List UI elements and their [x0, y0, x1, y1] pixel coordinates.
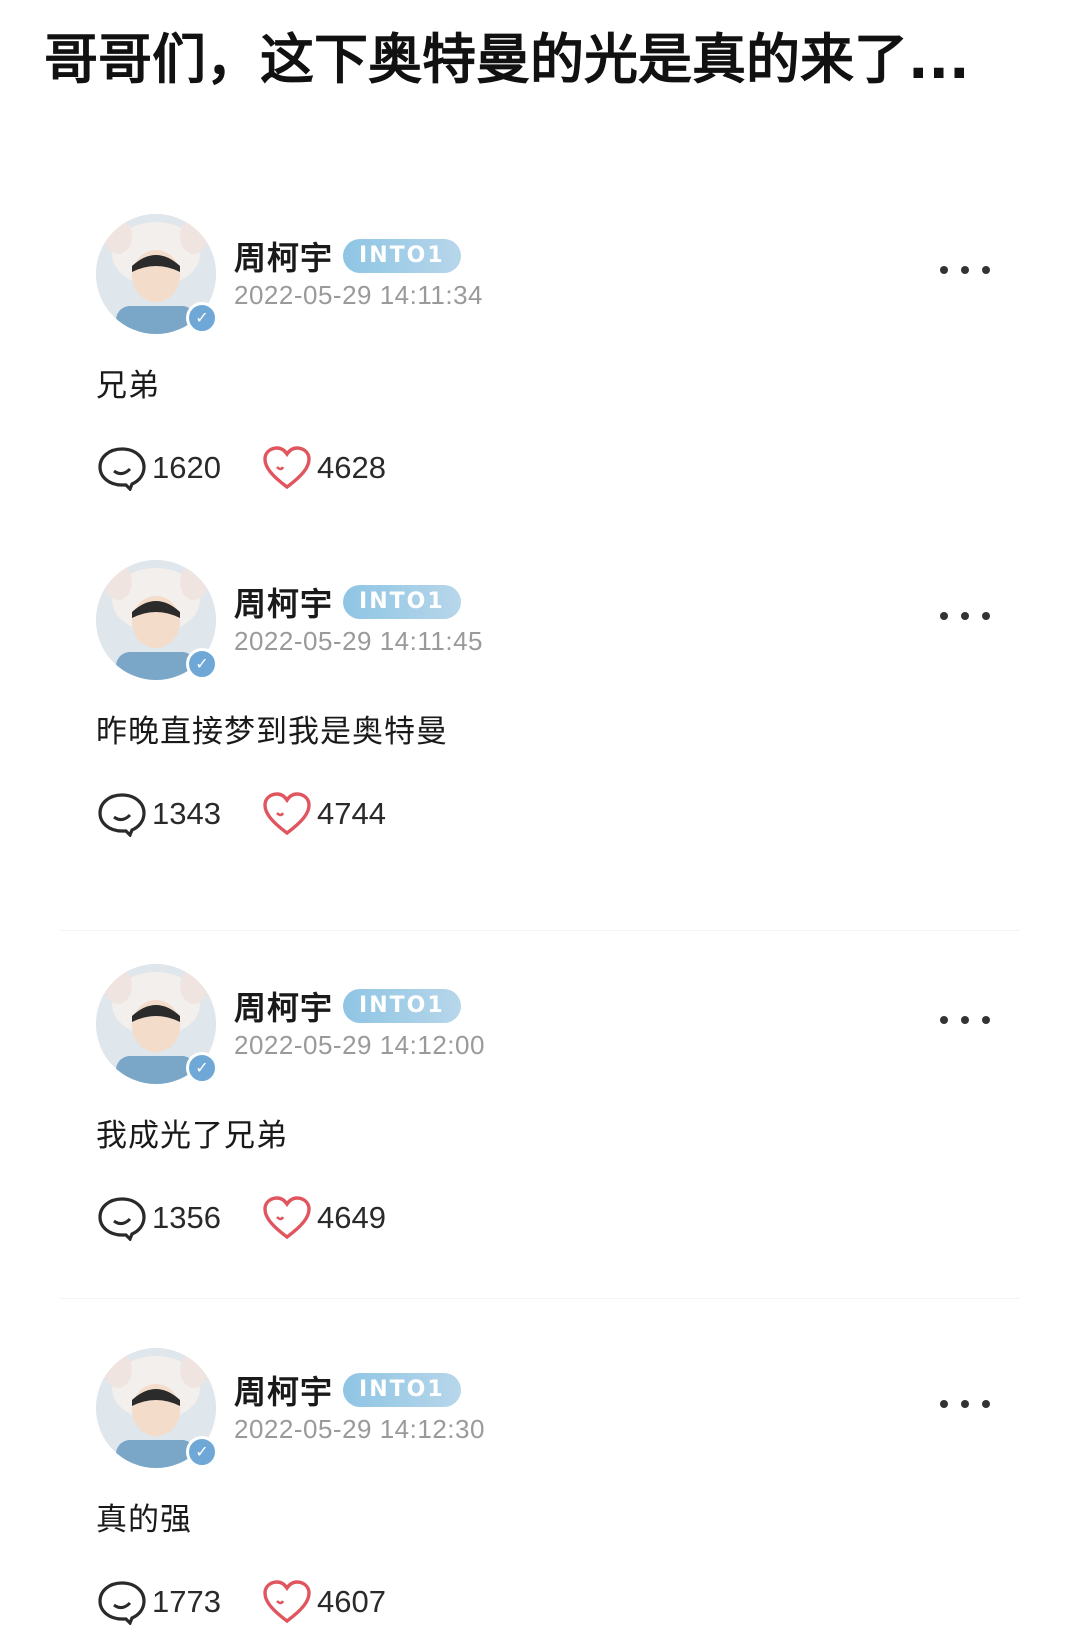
group-badge: INTO1 — [343, 1373, 461, 1407]
more-options-button[interactable] — [940, 1010, 990, 1030]
post-stats: 1343 4744 — [96, 788, 426, 840]
verified-check-icon: ✓ — [186, 1436, 218, 1468]
post-divider — [60, 930, 1020, 931]
comment-count: 1356 — [152, 1200, 221, 1235]
post-stats: 1620 4628 — [96, 442, 426, 494]
verified-check-icon: ✓ — [186, 1052, 218, 1084]
page-headline: 哥哥们，这下奥特曼的光是真的来了... — [44, 28, 970, 91]
group-badge: INTO1 — [343, 989, 461, 1023]
group-badge: INTO1 — [343, 585, 461, 619]
comment-count: 1620 — [152, 450, 221, 485]
comment-icon — [98, 1581, 146, 1625]
post-content: 真的强 — [96, 1502, 192, 1538]
comment-button[interactable]: 1773 — [96, 1579, 221, 1625]
post-timestamp: 2022-05-29 14:12:30 — [234, 1414, 485, 1444]
comment-icon — [98, 1197, 146, 1241]
post-timestamp: 2022-05-29 14:12:00 — [234, 1030, 485, 1060]
more-options-button[interactable] — [940, 260, 990, 280]
username[interactable]: 周柯宇 — [234, 579, 333, 625]
post-content: 昨晚直接梦到我是奥特曼 — [96, 714, 448, 750]
comment-button[interactable]: 1356 — [96, 1195, 221, 1241]
group-badge: INTO1 — [343, 239, 461, 273]
like-count: 4649 — [316, 1200, 386, 1235]
post-content: 我成光了兄弟 — [96, 1118, 288, 1154]
username[interactable]: 周柯宇 — [234, 233, 333, 279]
post-divider — [60, 1298, 1020, 1299]
more-options-button[interactable] — [940, 606, 990, 626]
username[interactable]: 周柯宇 — [234, 1367, 333, 1413]
post-content: 兄弟 — [96, 368, 160, 404]
post-card: ✓ 周柯宇 INTO1 2022-05-29 14:11:45 昨晚直接梦到我是… — [96, 560, 996, 860]
heart-icon — [263, 1196, 311, 1240]
like-count: 4744 — [316, 796, 386, 831]
like-button[interactable]: 4628 — [261, 445, 386, 491]
post-card: ✓ 周柯宇 INTO1 2022-05-29 14:12:30 真的强 1773… — [96, 1348, 996, 1648]
post-stats: 1773 4607 — [96, 1576, 426, 1628]
post-card: ✓ 周柯宇 INTO1 2022-05-29 14:11:34 兄弟 1620 … — [96, 214, 996, 514]
verified-check-icon: ✓ — [186, 648, 218, 680]
heart-icon — [263, 792, 311, 836]
comment-icon — [98, 793, 146, 837]
like-count: 4628 — [316, 450, 386, 485]
heart-icon — [263, 1580, 311, 1624]
comment-count: 1773 — [152, 1584, 221, 1619]
like-count: 4607 — [316, 1584, 386, 1619]
comment-icon — [98, 447, 146, 491]
verified-check-icon: ✓ — [186, 302, 218, 334]
like-button[interactable]: 4649 — [261, 1195, 386, 1241]
more-options-button[interactable] — [940, 1394, 990, 1414]
comment-button[interactable]: 1620 — [96, 445, 221, 491]
like-button[interactable]: 4744 — [261, 791, 386, 837]
comment-button[interactable]: 1343 — [96, 791, 221, 837]
comment-count: 1343 — [152, 796, 221, 831]
heart-icon — [263, 446, 311, 490]
post-stats: 1356 4649 — [96, 1192, 426, 1244]
post-timestamp: 2022-05-29 14:11:34 — [234, 280, 483, 310]
post-timestamp: 2022-05-29 14:11:45 — [234, 626, 483, 656]
like-button[interactable]: 4607 — [261, 1579, 386, 1625]
username[interactable]: 周柯宇 — [234, 983, 333, 1029]
post-card: ✓ 周柯宇 INTO1 2022-05-29 14:12:00 我成光了兄弟 1… — [96, 964, 996, 1264]
